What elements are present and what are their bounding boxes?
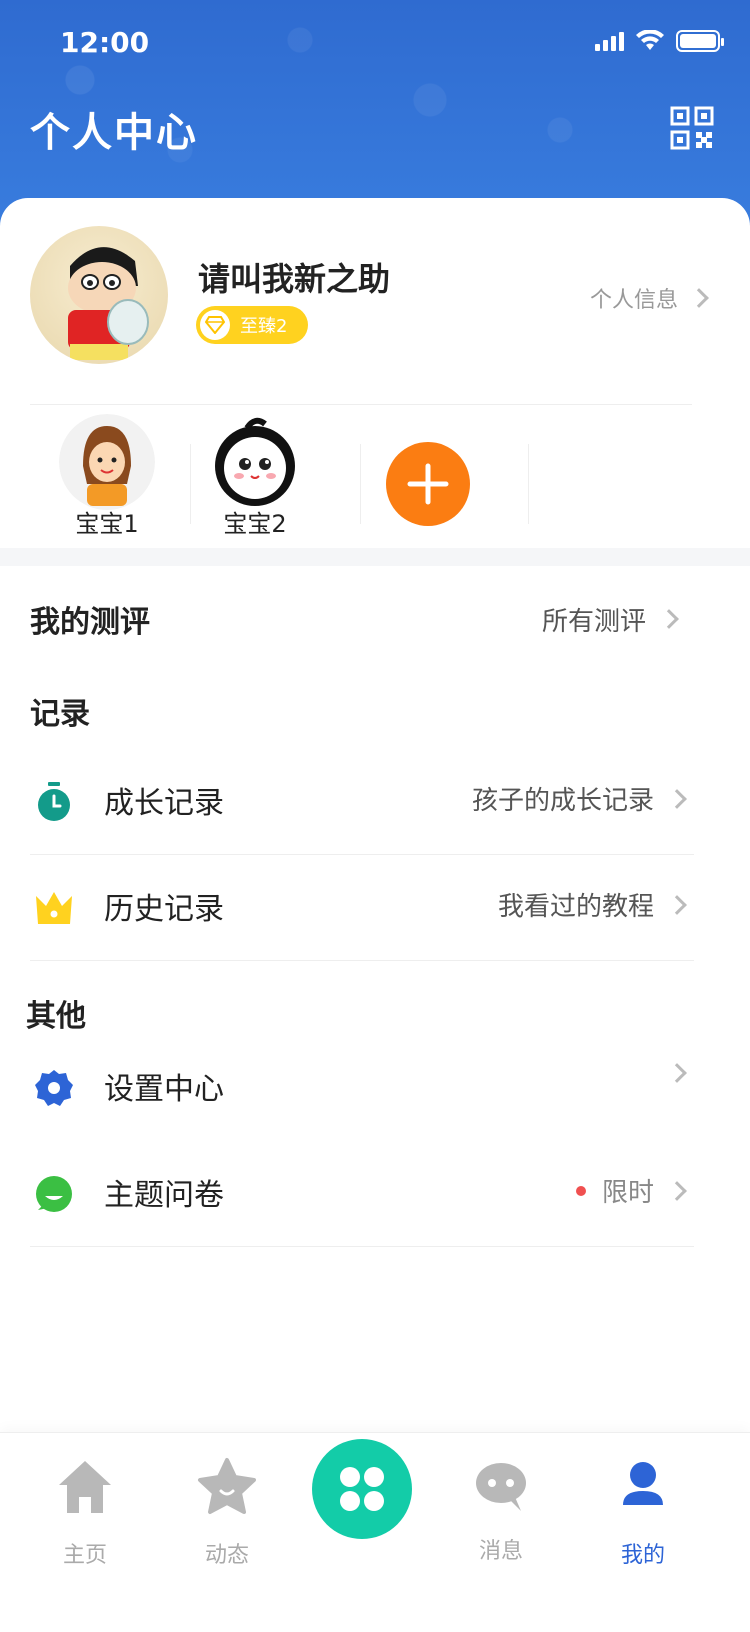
dots-icon — [340, 1467, 384, 1511]
user-icon — [623, 1462, 663, 1505]
divider — [30, 854, 694, 855]
baby-avatar — [59, 414, 155, 510]
personal-info-link[interactable]: 个人信息 — [589, 282, 709, 314]
profile-card: 请叫我新之助 至臻2 个人信息 宝宝1 宝宝2 — [0, 198, 750, 548]
questionnaire-item[interactable]: 主题问卷 限时 — [30, 1142, 694, 1246]
chevron-right-icon — [667, 1180, 687, 1201]
baby-item[interactable]: 宝宝1 — [32, 408, 182, 538]
tab-label: 主页 — [62, 1543, 107, 1568]
gear-icon — [35, 1070, 73, 1106]
chevron-right-icon — [689, 288, 709, 308]
others-section-header: 其他 — [26, 990, 686, 1036]
chat-icon — [36, 1176, 72, 1212]
signal-icon — [595, 31, 624, 51]
questionnaire-label: 主题问卷 — [104, 1178, 224, 1213]
section-gap — [0, 548, 750, 566]
baby-avatar — [215, 417, 295, 506]
divider — [30, 1246, 694, 1247]
tab-feed[interactable]: 动态 — [172, 1451, 282, 1571]
crown-icon — [36, 892, 72, 924]
records-title: 记录 — [30, 697, 90, 732]
chevron-right-icon — [667, 894, 687, 915]
username: 请叫我新之助 — [198, 260, 391, 298]
vip-label: 至臻2 — [240, 316, 288, 337]
others-title: 其他 — [26, 999, 86, 1034]
stopwatch-icon — [38, 782, 70, 821]
tab-bar: 主页 动态 消息 我的 — [0, 1432, 750, 1632]
chevron-right-icon — [659, 609, 679, 629]
tab-label: 消息 — [478, 1539, 523, 1564]
questionnaire-right: 限时 — [575, 1172, 687, 1209]
assessment-title: 我的测评 — [30, 605, 150, 640]
notification-dot — [575, 1185, 586, 1196]
history-record-right: 我看过的教程 — [497, 886, 687, 923]
qr-code-icon[interactable] — [670, 106, 714, 150]
chevron-right-icon — [667, 1063, 687, 1083]
battery-icon — [676, 30, 724, 52]
message-icon — [476, 1463, 526, 1511]
growth-record-label: 成长记录 — [104, 786, 224, 821]
settings-label: 设置中心 — [104, 1072, 224, 1107]
baby-item[interactable]: 宝宝2 — [180, 408, 330, 538]
history-record-label: 历史记录 — [104, 892, 224, 927]
baby-name: 宝宝1 — [75, 510, 139, 538]
page-title: 个人中心 — [30, 110, 198, 156]
home-icon — [59, 1461, 111, 1513]
personal-info-label: 个人信息 — [589, 288, 678, 313]
separator — [528, 444, 529, 524]
settings-right — [667, 1063, 687, 1083]
avatar[interactable] — [30, 226, 168, 364]
plus-icon — [407, 463, 449, 505]
tab-label: 动态 — [204, 1543, 249, 1568]
separator — [360, 444, 361, 524]
add-baby-button[interactable] — [386, 442, 470, 526]
status-bar: 12:00 — [0, 0, 750, 88]
tab-label: 我的 — [620, 1543, 665, 1568]
history-record-item[interactable]: 历史记录 我看过的教程 — [30, 856, 694, 960]
status-time: 12:00 — [60, 26, 150, 59]
star-icon — [198, 1458, 256, 1514]
tab-messages[interactable]: 消息 — [446, 1451, 556, 1571]
baby-list: 宝宝1 宝宝2 — [0, 408, 750, 538]
history-record-desc: 我看过的教程 — [497, 892, 654, 922]
chevron-right-icon — [667, 788, 687, 809]
status-icons — [595, 30, 724, 52]
divider — [30, 404, 692, 405]
diamond-icon — [200, 310, 230, 340]
tab-profile[interactable]: 我的 — [588, 1451, 698, 1571]
tab-home[interactable]: 主页 — [30, 1451, 140, 1571]
settings-item[interactable]: 设置中心 — [30, 1036, 694, 1140]
vip-badge[interactable]: 至臻2 — [196, 306, 308, 344]
records-section-header: 记录 — [30, 688, 690, 734]
growth-record-right: 孩子的成长记录 — [471, 780, 687, 817]
growth-record-desc: 孩子的成长记录 — [471, 786, 654, 816]
growth-record-item[interactable]: 成长记录 孩子的成长记录 — [30, 750, 694, 854]
all-assessments-link[interactable]: 所有测评 — [541, 601, 679, 638]
wifi-icon — [636, 30, 664, 50]
center-action-button[interactable] — [312, 1439, 412, 1539]
all-assessments-label: 所有测评 — [541, 606, 646, 637]
baby-name: 宝宝2 — [223, 510, 287, 538]
limited-badge: 限时 — [601, 1178, 654, 1208]
divider — [30, 960, 694, 961]
assessment-row[interactable]: 我的测评 所有测评 — [30, 596, 690, 642]
